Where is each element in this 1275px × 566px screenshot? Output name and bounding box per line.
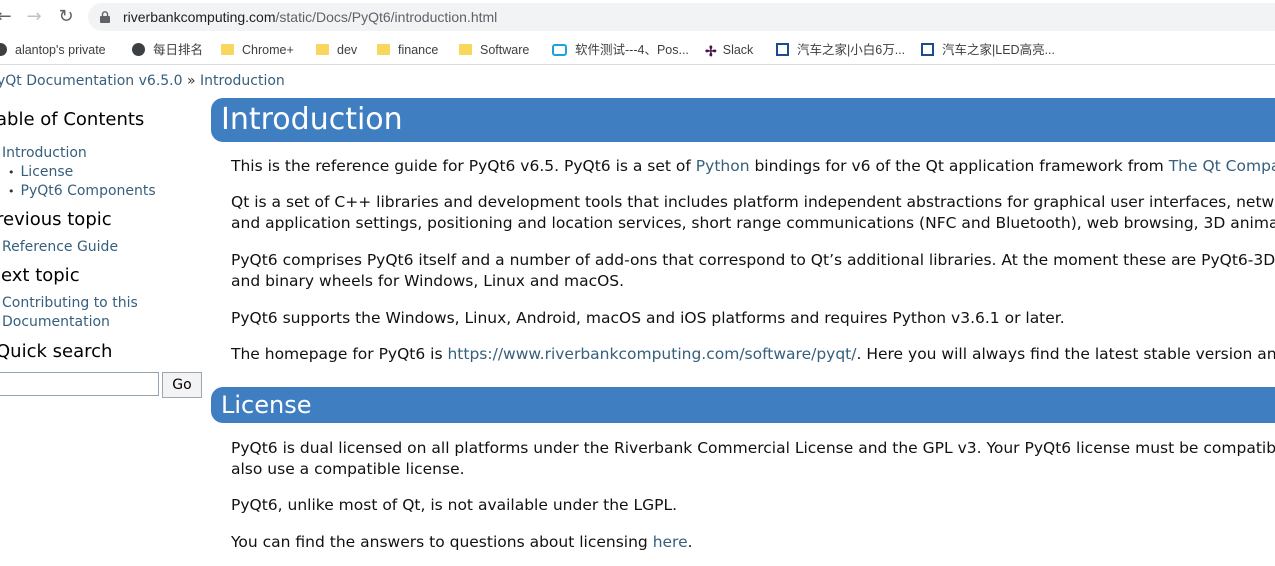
paragraph-licensing-faq: You can find the answers to questions ab… [231, 532, 693, 553]
bookmark-alantop[interactable]: alantop's private [0, 41, 106, 59]
toc-item-license[interactable]: • License [8, 161, 73, 180]
breadcrumb-docs-link[interactable]: yQt Documentation v6.5.0 [0, 73, 183, 89]
text: The homepage for PyQt6 is [231, 345, 448, 363]
paragraph-intro: This is the reference guide for PyQt6 v6… [231, 156, 1275, 177]
bookmark-autohome-2[interactable]: 汽车之家|LED高亮... [921, 41, 1055, 59]
bookmark-finance[interactable]: finance [377, 41, 438, 59]
toc-item-introduction[interactable]: Introduction [2, 142, 87, 161]
bookmark-software[interactable]: Software [459, 41, 529, 59]
search-input[interactable] [0, 372, 159, 396]
next-topic-heading: lext topic [0, 265, 80, 286]
text: . Here you will always find the latest s… [856, 345, 1275, 363]
paragraph-license-line2: also use a compatible license. [231, 460, 465, 478]
paragraph-addons-line1: PyQt6 comprises PyQt6 itself and a numbe… [231, 251, 1275, 269]
bullet-icon: • [8, 185, 15, 198]
url-text: riverbankcomputing.com/static/Docs/PyQt6… [123, 9, 497, 25]
paragraph-qt-line2: and application settings, positioning an… [231, 214, 1275, 232]
next-link-line2[interactable]: Documentation [2, 314, 110, 330]
folder-icon [459, 44, 472, 56]
bookmarks-bar: alantop's private 每日排名 Chrome+ dev finan… [0, 36, 1275, 65]
url-host: riverbankcomputing.com [123, 9, 276, 25]
bookmark-label: dev [337, 43, 358, 57]
license-heading: License [211, 387, 1275, 423]
bookmark-label: Slack [722, 43, 754, 57]
paragraph-platforms: PyQt6 supports the Windows, Linux, Andro… [231, 309, 1065, 327]
bookmark-dev[interactable]: dev [316, 41, 357, 59]
url-path: /static/Docs/PyQt6/introduction.html [275, 9, 498, 25]
previous-topic-heading: revious topic [0, 209, 112, 230]
reload-icon[interactable]: ↻ [54, 5, 78, 29]
lock-icon [100, 11, 110, 23]
globe-icon [132, 43, 145, 57]
breadcrumb-separator: » [186, 73, 196, 89]
next-link-line1[interactable]: Contributing to this [2, 295, 138, 311]
next-topic-link-2[interactable]: Documentation [2, 311, 110, 330]
toc-item-components[interactable]: • PyQt6 Components [8, 180, 156, 199]
search-go-button[interactable]: Go [162, 372, 202, 398]
toc-heading: able of Contents [0, 109, 145, 130]
paragraph-qt-line1: Qt is a set of C++ libraries and develop… [231, 193, 1275, 211]
text: bindings for v6 of the Qt application fr… [749, 157, 1169, 175]
bullet-icon: • [8, 166, 15, 179]
licensing-here-link[interactable]: here [653, 533, 688, 551]
paragraph-lgpl: PyQt6, unlike most of Qt, is not availab… [231, 496, 678, 514]
slack-icon: ✢ [705, 42, 717, 59]
folder-icon [377, 44, 390, 56]
text: You can find the answers to questions ab… [231, 533, 653, 551]
forward-arrow-icon[interactable]: → [22, 5, 46, 29]
bookmark-label: alantop's private [15, 43, 106, 57]
paragraph-homepage: The homepage for PyQt6 is https://www.ri… [231, 344, 1275, 365]
folder-icon [221, 44, 234, 56]
page-body: yQt Documentation v6.5.0 » Introduction … [0, 66, 1275, 566]
autohome-icon [776, 43, 789, 57]
quick-search-heading: Quick search [0, 341, 113, 362]
bookmark-label: 汽车之家|LED高亮... [942, 43, 1055, 57]
address-bar[interactable]: riverbankcomputing.com/static/Docs/PyQt6… [88, 3, 1275, 31]
page-title: Introduction [211, 98, 1275, 142]
back-arrow-icon[interactable]: ← [0, 5, 16, 29]
breadcrumb-current-link[interactable]: Introduction [200, 73, 285, 89]
homepage-link[interactable]: https://www.riverbankcomputing.com/softw… [447, 345, 856, 363]
bilibili-icon [552, 43, 567, 56]
bookmark-label: Chrome+ [242, 43, 294, 57]
autohome-icon [921, 43, 934, 57]
bookmark-label: 汽车之家|小白6万... [797, 43, 906, 57]
bookmark-daily-rank[interactable]: 每日排名 [132, 41, 203, 59]
next-topic-link[interactable]: Contributing to this [2, 292, 138, 311]
text: This is the reference guide for PyQt6 v6… [231, 157, 696, 175]
paragraph-addons-line2: and binary wheels for Windows, Linux and… [231, 272, 625, 290]
globe-icon [0, 43, 7, 57]
folder-icon [316, 44, 329, 56]
toc-link[interactable]: PyQt6 Components [21, 183, 156, 199]
bookmark-label: 每日排名 [153, 43, 204, 57]
text: . [687, 533, 693, 551]
bookmark-label: finance [398, 43, 439, 57]
bookmark-label: 软件测试---4、Pos... [575, 43, 689, 57]
browser-toolbar: ← → ↻ riverbankcomputing.com/static/Docs… [0, 0, 1275, 34]
paragraph-license-line1: PyQt6 is dual licensed on all platforms … [231, 439, 1275, 457]
qt-company-link[interactable]: The Qt Compan [1169, 157, 1275, 175]
breadcrumb: yQt Documentation v6.5.0 » Introduction [0, 73, 285, 89]
toc-link[interactable]: License [21, 164, 74, 180]
previous-link[interactable]: Reference Guide [2, 239, 118, 255]
bookmark-label: Software [480, 43, 530, 57]
bookmark-autohome-1[interactable]: 汽车之家|小白6万... [776, 41, 905, 59]
bookmark-chrome-plus[interactable]: Chrome+ [221, 41, 294, 59]
previous-topic-link[interactable]: Reference Guide [2, 236, 118, 255]
toc-link[interactable]: Introduction [2, 145, 87, 161]
bookmark-software-test[interactable]: 软件测试---4、Pos... [552, 41, 689, 59]
python-link[interactable]: Python [696, 157, 750, 175]
bookmark-slack[interactable]: ✢ Slack [705, 41, 753, 59]
